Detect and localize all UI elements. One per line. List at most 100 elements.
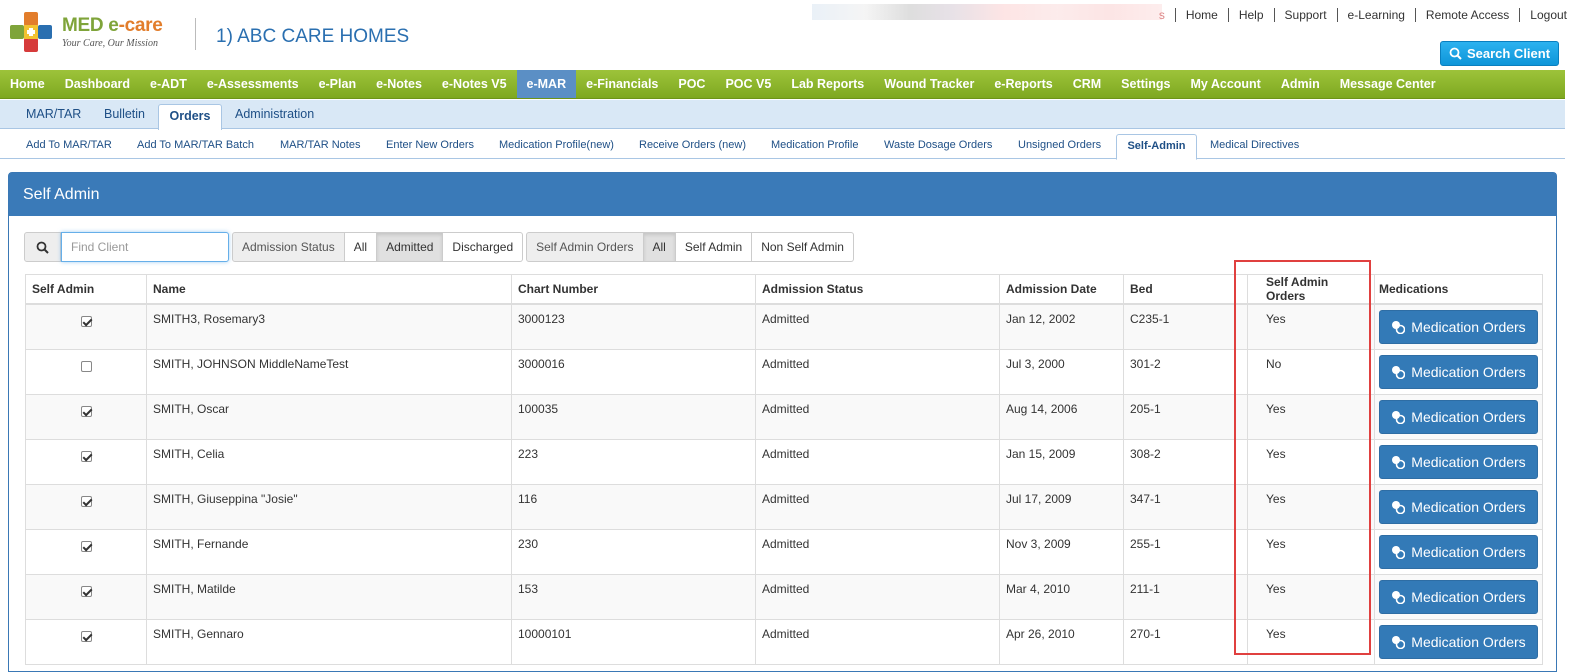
self-admin-checkbox[interactable] [80,316,92,327]
self-admin-checkbox[interactable] [80,585,92,597]
main-nav-item-e-assessments[interactable]: e-Assessments [197,70,309,98]
admission-filter-discharged[interactable]: Discharged [443,232,524,262]
bed-cell: 270-1 [1123,618,1248,665]
medication-orders-button[interactable]: Medication Orders [1379,354,1538,389]
sub-tab-orders[interactable]: Orders [158,104,222,130]
col-header-name[interactable]: Name [146,274,512,305]
self-admin-checkbox[interactable] [80,540,92,552]
pill-icon [1392,590,1406,604]
main-nav-item-e-adt[interactable]: e-ADT [140,70,197,98]
orders-tab-self-admin[interactable]: Self-Admin [1116,134,1197,160]
main-nav-item-lab-reports[interactable]: Lab Reports [781,70,874,98]
self-admin-orders-cell: Yes [1247,483,1375,530]
main-nav-item-poc-v5[interactable]: POC V5 [715,70,781,98]
chart-number-cell: 3000016 [511,348,756,395]
orders-tab-medication-profile-new[interactable]: Medication Profile(new) [499,130,614,161]
orders-tab-enter-new-orders[interactable]: Enter New Orders [386,130,474,161]
self-admin-cell [25,348,147,395]
medication-orders-button[interactable]: Medication Orders [1379,534,1538,569]
main-nav-item-e-notes[interactable]: e-Notes [366,70,432,98]
top-link-support[interactable]: Support [1273,8,1337,22]
self-admin-filter-all[interactable]: All [643,232,676,262]
self-admin-orders-cell: Yes [1247,618,1375,665]
orders-tab-unsigned-orders[interactable]: Unsigned Orders [1018,130,1101,161]
admission-filter-admitted[interactable]: Admitted [377,232,444,262]
medications-cell: Medication Orders [1374,618,1543,665]
orders-tab-add-to-mar-tar-batch[interactable]: Add To MAR/TAR Batch [137,130,254,161]
col-header-self-admin-orders[interactable]: Self Admin Orders [1247,274,1375,305]
self-admin-checkbox[interactable] [80,405,92,417]
main-nav-item-e-financials[interactable]: e-Financials [576,70,668,98]
main-nav-item-e-plan[interactable]: e-Plan [309,70,367,98]
search-icon [1449,47,1462,60]
filter-bar: Admission Status All Admitted Discharged… [24,232,857,262]
self-admin-checkbox[interactable] [80,495,92,507]
self-admin-orders-cell: Yes [1247,393,1375,440]
main-nav-item-e-mar[interactable]: e-MAR [516,70,577,98]
top-link-home[interactable]: Home [1174,8,1228,22]
name-cell: SMITH, JOHNSON MiddleNameTest [146,348,512,395]
admission-status-cell: Admitted [755,618,1000,665]
sub-tab-administration[interactable]: Administration [235,100,314,129]
main-nav-item-wound-tracker[interactable]: Wound Tracker [874,70,984,98]
main-nav-item-crm[interactable]: CRM [1063,70,1111,98]
medication-orders-button[interactable]: Medication Orders [1379,310,1538,344]
self-admin-orders-label: Self Admin Orders [526,232,644,262]
main-nav-item-my-account[interactable]: My Account [1180,70,1270,98]
medication-orders-label: Medication Orders [1411,453,1526,470]
main-nav-item-home[interactable]: Home [0,70,55,98]
orders-tab-medication-profile[interactable]: Medication Profile [771,130,858,161]
top-link-help[interactable]: Help [1227,8,1274,22]
self-admin-checkbox[interactable] [80,450,92,462]
orders-tab-add-to-mar-tar[interactable]: Add To MAR/TAR [26,130,112,161]
brand-tagline: Your Care, Our Mission [62,38,158,49]
top-link-elearning[interactable]: e-Learning [1336,8,1415,22]
admission-date-cell: Nov 3, 2009 [999,528,1124,575]
admission-status-cell: Admitted [755,483,1000,530]
pill-icon [1392,321,1406,334]
main-nav-item-dashboard[interactable]: Dashboard [55,70,140,98]
pill-icon [1392,365,1406,379]
admission-date-cell: Mar 4, 2010 [999,573,1124,620]
medication-orders-button[interactable]: Medication Orders [1379,489,1538,524]
admission-date-cell: Jul 3, 2000 [999,348,1124,395]
find-client-input[interactable] [61,232,229,262]
med-ecare-logo-icon[interactable] [10,12,54,52]
search-client-button[interactable]: Search Client [1440,41,1559,66]
sub-tab-mar-tar[interactable]: MAR/TAR [26,100,81,129]
medication-orders-button[interactable]: Medication Orders [1379,624,1538,659]
main-nav-item-admin[interactable]: Admin [1271,70,1330,98]
main-nav-item-settings[interactable]: Settings [1111,70,1180,98]
admission-filter-all[interactable]: All [344,232,378,262]
col-header-admission-date[interactable]: Admission Date [999,274,1124,305]
self-admin-filter-non-self-admin[interactable]: Non Self Admin [752,232,854,262]
self-admin-filter-self-admin[interactable]: Self Admin [675,232,753,262]
col-header-bed[interactable]: Bed [1123,274,1248,305]
col-header-medications[interactable]: Medications [1374,274,1543,305]
facility-name: 1) ABC CARE HOMES [216,26,410,47]
self-admin-checkbox[interactable] [80,630,92,642]
medication-orders-button[interactable]: Medication Orders [1379,444,1538,479]
self-admin-cell [25,573,147,620]
orders-tab-medical-directives[interactable]: Medical Directives [1210,130,1299,161]
col-header-admission-status[interactable]: Admission Status [755,274,1000,305]
orders-tab-receive-orders-new[interactable]: Receive Orders (new) [639,130,746,161]
pill-icon [1392,410,1406,424]
medication-orders-button[interactable]: Medication Orders [1379,399,1538,434]
redacted-area [812,4,1162,20]
medication-orders-button[interactable]: Medication Orders [1379,579,1538,614]
main-nav-item-e-reports[interactable]: e-Reports [984,70,1062,98]
main-nav-item-poc[interactable]: POC [668,70,715,98]
col-header-self-admin[interactable]: Self Admin [25,274,147,305]
brand-name-part2: -care [118,15,163,36]
main-nav-item-e-notes-v5[interactable]: e-Notes V5 [432,70,517,98]
top-link-remote-access[interactable]: Remote Access [1414,8,1519,22]
top-link-partial[interactable]: s [1159,8,1175,22]
sub-tab-bulletin[interactable]: Bulletin [104,100,145,129]
orders-tab-mar-tar-notes[interactable]: MAR/TAR Notes [280,130,360,161]
top-link-logout[interactable]: Logout [1519,8,1567,22]
self-admin-checkbox[interactable] [80,360,92,372]
main-nav-item-message-center[interactable]: Message Center [1330,70,1446,98]
orders-tab-waste-dosage-orders[interactable]: Waste Dosage Orders [884,130,992,161]
col-header-chart-number[interactable]: Chart Number [511,274,756,305]
